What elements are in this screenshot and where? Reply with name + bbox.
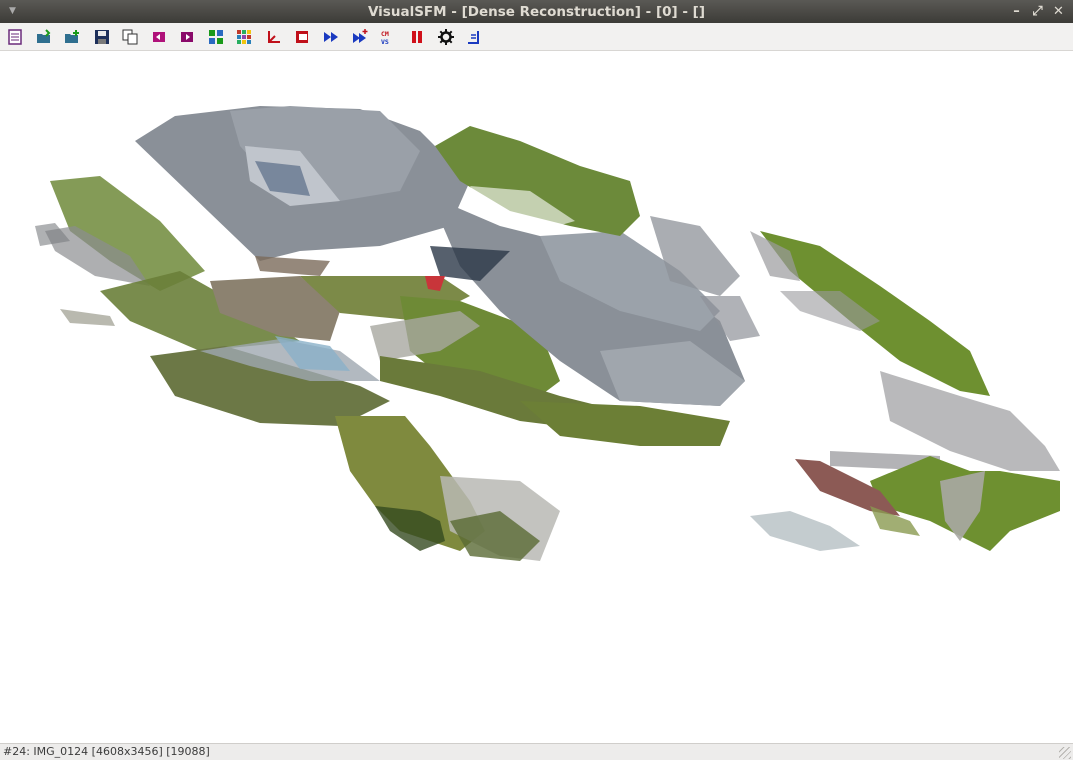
minimize-icon[interactable]: –: [1008, 3, 1025, 20]
compute-3d-icon[interactable]: [321, 27, 341, 47]
title-bar[interactable]: ▼ VisualSFM - [Dense Reconstruction] - […: [0, 0, 1073, 23]
cmvs-icon[interactable]: CM VS: [378, 27, 398, 47]
window-title: VisualSFM - [Dense Reconstruction] - [0]…: [367, 3, 706, 20]
coordinate-icon[interactable]: [464, 27, 484, 47]
status-text: #24: IMG_0124 [4608x3456] [19088]: [3, 745, 210, 758]
show-thumbnails-icon[interactable]: [149, 27, 169, 47]
resume-3d-icon[interactable]: [350, 27, 370, 47]
status-bar: #24: IMG_0124 [4608x3456] [19088]: [0, 743, 1073, 760]
maximize-icon[interactable]: ⤢: [1029, 3, 1046, 20]
resize-grip-icon[interactable]: [1059, 747, 1071, 759]
compute-matches-icon[interactable]: [206, 27, 226, 47]
sparse-3d-icon[interactable]: [264, 27, 284, 47]
pause-icon[interactable]: [407, 27, 427, 47]
log-window-icon[interactable]: [5, 27, 25, 47]
settings-gear-icon[interactable]: [436, 27, 456, 47]
dense-point-cloud: [35, 106, 1060, 561]
svg-text:CM: CM: [381, 30, 389, 38]
save-nvm-icon[interactable]: [92, 27, 112, 47]
show-features-icon[interactable]: [177, 27, 197, 47]
camera-view-icon[interactable]: [292, 27, 312, 47]
toolbar: CM VS: [0, 23, 1073, 51]
copy-icon[interactable]: [120, 27, 140, 47]
visualsfm-window: ▼ VisualSFM - [Dense Reconstruction] - […: [0, 0, 1073, 760]
svg-text:VS: VS: [381, 38, 389, 45]
window-menu-icon[interactable]: ▼: [9, 6, 19, 16]
window-controls: – ⤢ ✕: [1008, 3, 1067, 20]
match-matrix-icon[interactable]: [234, 27, 254, 47]
close-icon[interactable]: ✕: [1050, 3, 1067, 20]
open-images-icon[interactable]: [34, 27, 54, 47]
3d-viewport[interactable]: [0, 51, 1073, 743]
add-images-icon[interactable]: [62, 27, 82, 47]
